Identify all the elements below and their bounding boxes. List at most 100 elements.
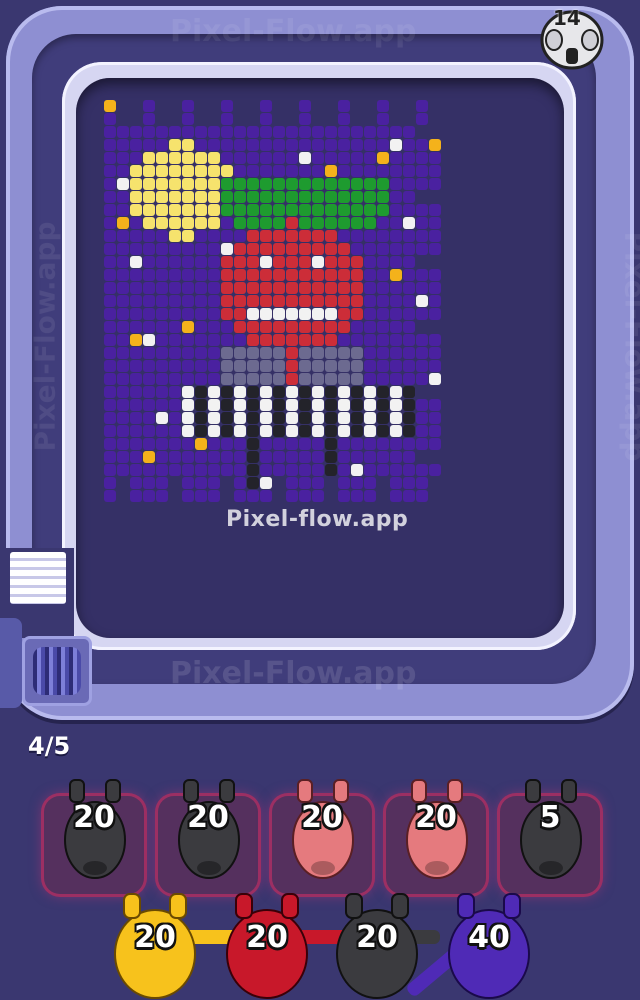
pixel-block <box>338 386 350 398</box>
pixel-block <box>195 152 207 164</box>
pixel-block <box>117 321 129 333</box>
pixel-block <box>182 373 194 385</box>
pixel-block <box>338 399 350 411</box>
pixel-block <box>377 256 389 268</box>
pixel-block <box>429 464 441 476</box>
pixel-block <box>117 139 129 151</box>
pixel-block <box>221 152 233 164</box>
pixel-block <box>169 451 181 463</box>
pixel-block <box>325 425 337 437</box>
pixel-block <box>247 373 259 385</box>
pixel-block <box>169 139 181 151</box>
pixel-block <box>429 295 441 307</box>
pixel-block <box>260 399 272 411</box>
pixel-block <box>156 126 168 138</box>
pixel-block <box>104 438 116 450</box>
queue-pig-1[interactable]: 20 <box>100 890 210 1000</box>
pixel-block <box>325 230 337 242</box>
pixel-block <box>338 334 350 346</box>
pixel-block <box>273 126 285 138</box>
slot-4[interactable]: 20 <box>386 779 486 894</box>
pixel-block <box>234 477 246 489</box>
pixel-block <box>104 412 116 424</box>
pixel-block <box>169 347 181 359</box>
pixel-block <box>156 412 168 424</box>
queue-pig-4[interactable]: 40 <box>434 890 544 1000</box>
pixel-block <box>221 425 233 437</box>
pixel-block <box>338 282 350 294</box>
pixel-block <box>182 113 194 125</box>
pixel-block <box>299 490 311 502</box>
pixel-block <box>325 412 337 424</box>
pixel-block <box>195 178 207 190</box>
pixel-block <box>273 269 285 281</box>
pixel-block <box>364 269 376 281</box>
slot-5[interactable]: 5 <box>500 779 600 894</box>
pixel-block <box>403 360 415 372</box>
pixel-block <box>377 334 389 346</box>
pixel-block <box>403 256 415 268</box>
pixel-block <box>156 425 168 437</box>
pixel-block <box>221 165 233 177</box>
pixel-block <box>299 386 311 398</box>
pixel-block <box>416 165 428 177</box>
pixel-block <box>234 243 246 255</box>
pixel-block <box>299 438 311 450</box>
pixel-block <box>273 347 285 359</box>
pixel-block <box>390 438 402 450</box>
pixel-block <box>260 308 272 320</box>
pixel-block <box>364 412 376 424</box>
pixel-block <box>182 165 194 177</box>
pixel-block <box>260 438 272 450</box>
pixel-block <box>416 438 428 450</box>
pixel-block <box>286 256 298 268</box>
pixel-block <box>130 490 142 502</box>
pixel-block <box>221 139 233 151</box>
slot-2[interactable]: 20 <box>158 779 258 894</box>
pixel-block <box>299 477 311 489</box>
pixel-block <box>117 308 129 320</box>
pixel-block <box>195 321 207 333</box>
counter-value: 14 <box>553 6 581 30</box>
pixel-block <box>234 191 246 203</box>
pixel-block <box>351 321 363 333</box>
pixel-block <box>273 217 285 229</box>
pixel-block <box>104 425 116 437</box>
slot-3[interactable]: 20 <box>272 779 372 894</box>
pixel-block <box>325 256 337 268</box>
pixel-block <box>351 139 363 151</box>
pixel-block <box>364 126 376 138</box>
pixel-block <box>247 321 259 333</box>
pixel-block <box>299 373 311 385</box>
pixel-block <box>338 464 350 476</box>
pixel-block <box>390 139 402 151</box>
slot-1[interactable]: 20 <box>44 779 144 894</box>
pixel-block <box>195 165 207 177</box>
pixel-block <box>182 269 194 281</box>
queue-pig-2[interactable]: 20 <box>212 890 322 1000</box>
pixel-art-canvas[interactable] <box>104 100 524 540</box>
pixel-block <box>260 373 272 385</box>
pixel-block <box>195 464 207 476</box>
pixel-block <box>260 178 272 190</box>
pixel-block <box>416 230 428 242</box>
pixel-block <box>260 347 272 359</box>
pixel-block <box>247 464 259 476</box>
pixel-block <box>429 178 441 190</box>
pixel-block <box>390 490 402 502</box>
pixel-block <box>286 152 298 164</box>
pixel-block <box>143 243 155 255</box>
pixel-block <box>312 399 324 411</box>
pixel-block <box>351 282 363 294</box>
pixel-block <box>156 269 168 281</box>
queue-pig-3[interactable]: 20 <box>322 890 432 1000</box>
pixel-block <box>117 191 129 203</box>
pixel-block <box>234 295 246 307</box>
pixel-block <box>182 477 194 489</box>
pixel-block <box>429 308 441 320</box>
pixel-block <box>104 230 116 242</box>
pixel-block <box>390 464 402 476</box>
pixel-block <box>377 100 389 112</box>
pixel-block <box>377 165 389 177</box>
pixel-block <box>117 204 129 216</box>
